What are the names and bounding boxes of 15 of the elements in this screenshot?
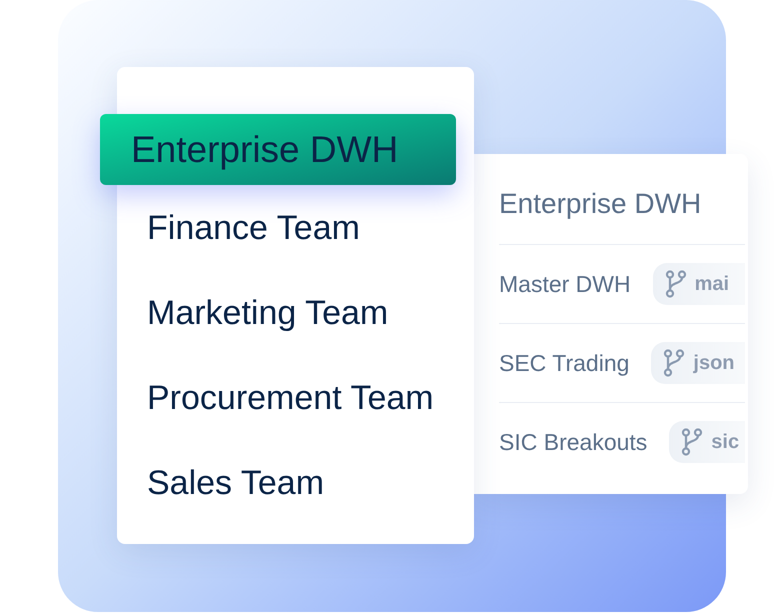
- project-name: Master DWH: [499, 270, 631, 299]
- branch-icon: [664, 270, 687, 298]
- project-name: SIC Breakouts: [499, 428, 648, 457]
- menu-item[interactable]: Procurement Team: [147, 376, 434, 418]
- branch-name: json: [693, 351, 735, 376]
- branch-name: sic: [711, 430, 740, 455]
- project-name: SEC Trading: [499, 348, 630, 378]
- panel-title: Enterprise DWH: [499, 187, 702, 221]
- menu-item[interactable]: Enterprise DWH: [100, 114, 456, 185]
- branch-icon: [663, 349, 686, 377]
- branch-icon: [681, 428, 704, 456]
- branch-name: mai: [694, 272, 730, 297]
- menu-item[interactable]: Sales Team: [147, 462, 324, 504]
- menu-item[interactable]: Marketing Team: [147, 292, 388, 334]
- menu-item[interactable]: Finance Team: [147, 206, 360, 248]
